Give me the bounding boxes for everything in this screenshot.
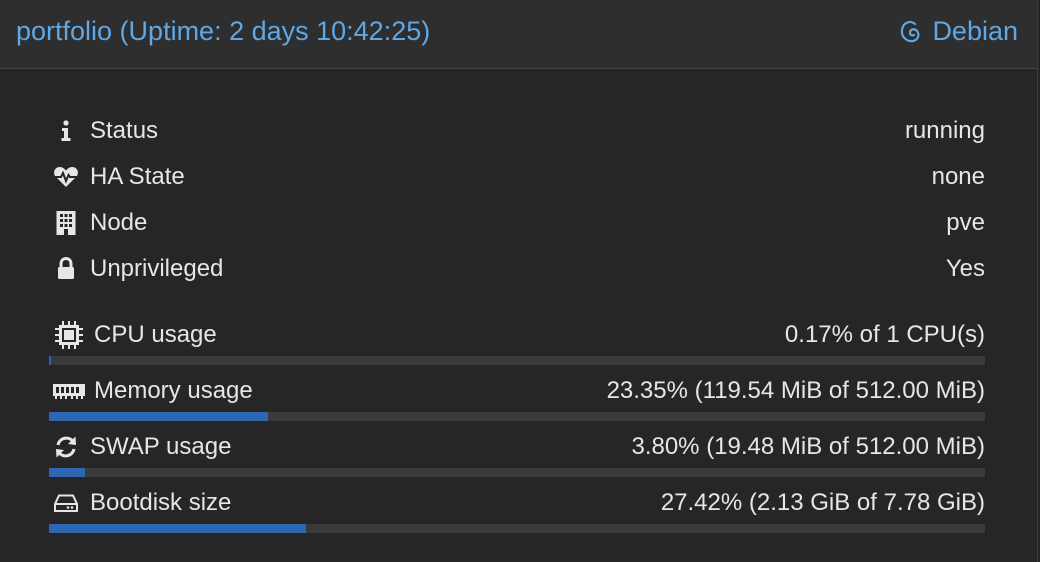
bootdisk-size-value: 27.42% (2.13 GiB of 7.78 GiB) (660, 489, 985, 516)
ha-state-row: HA State none (52, 161, 985, 193)
node-label: Node (90, 209, 148, 236)
cpu-usage-bar-fill (49, 356, 51, 365)
bootdisk-size-label: Bootdisk size (90, 489, 232, 516)
memory-usage-value: 23.35% (119.54 MiB of 512.00 MiB) (606, 377, 985, 404)
info-icon (52, 117, 80, 145)
swap-usage-label: SWAP usage (90, 433, 232, 460)
debian-swirl-icon (901, 20, 920, 42)
ha-state-label: HA State (90, 163, 185, 190)
lock-icon (52, 255, 80, 283)
node-row: Node pve (52, 207, 985, 239)
bootdisk-size-bar (49, 524, 985, 533)
bootdisk-size-row: Bootdisk size 27.42% (2.13 GiB of 7.78 G… (52, 487, 985, 519)
guest-status-panel: portfolio (Uptime: 2 days 10:42:25) Debi… (0, 0, 1038, 562)
panel-header: portfolio (Uptime: 2 days 10:42:25) Debi… (0, 0, 1037, 69)
os-name: Debian (932, 16, 1018, 46)
unprivileged-label: Unprivileged (90, 255, 224, 282)
cpu-usage-label: CPU usage (94, 321, 217, 348)
cpu-chip-icon (52, 321, 86, 349)
swap-usage-value: 3.80% (19.48 MiB of 512.00 MiB) (631, 433, 985, 460)
building-icon (52, 209, 80, 237)
swap-usage-bar-fill (49, 468, 85, 477)
status-value: running (904, 117, 985, 144)
memory-usage-bar-fill (49, 412, 268, 421)
bootdisk-size-bar-fill (49, 524, 306, 533)
memory-usage-row: Memory usage 23.35% (119.54 MiB of 512.0… (52, 375, 985, 407)
status-row: Status running (52, 115, 985, 147)
cpu-usage-row: CPU usage 0.17% of 1 CPU(s) (52, 319, 985, 351)
cpu-usage-bar (49, 356, 985, 365)
memory-usage-bar (49, 412, 985, 421)
swap-usage-bar (49, 468, 985, 477)
unprivileged-row: Unprivileged Yes (52, 253, 985, 285)
unprivileged-value: Yes (945, 255, 985, 282)
hdd-icon (52, 489, 80, 517)
ha-state-value: none (931, 163, 985, 190)
memory-icon (52, 377, 86, 405)
swap-usage-row: SWAP usage 3.80% (19.48 MiB of 512.00 Mi… (52, 431, 985, 463)
status-label: Status (90, 117, 159, 144)
memory-usage-label: Memory usage (94, 377, 253, 404)
cpu-usage-value: 0.17% of 1 CPU(s) (784, 321, 985, 348)
heartbeat-icon (52, 163, 80, 191)
os-badge: Debian (898, 16, 1018, 47)
refresh-icon (52, 433, 80, 461)
panel-title: portfolio (Uptime: 2 days 10:42:25) (16, 16, 431, 46)
node-value: pve (946, 209, 985, 236)
